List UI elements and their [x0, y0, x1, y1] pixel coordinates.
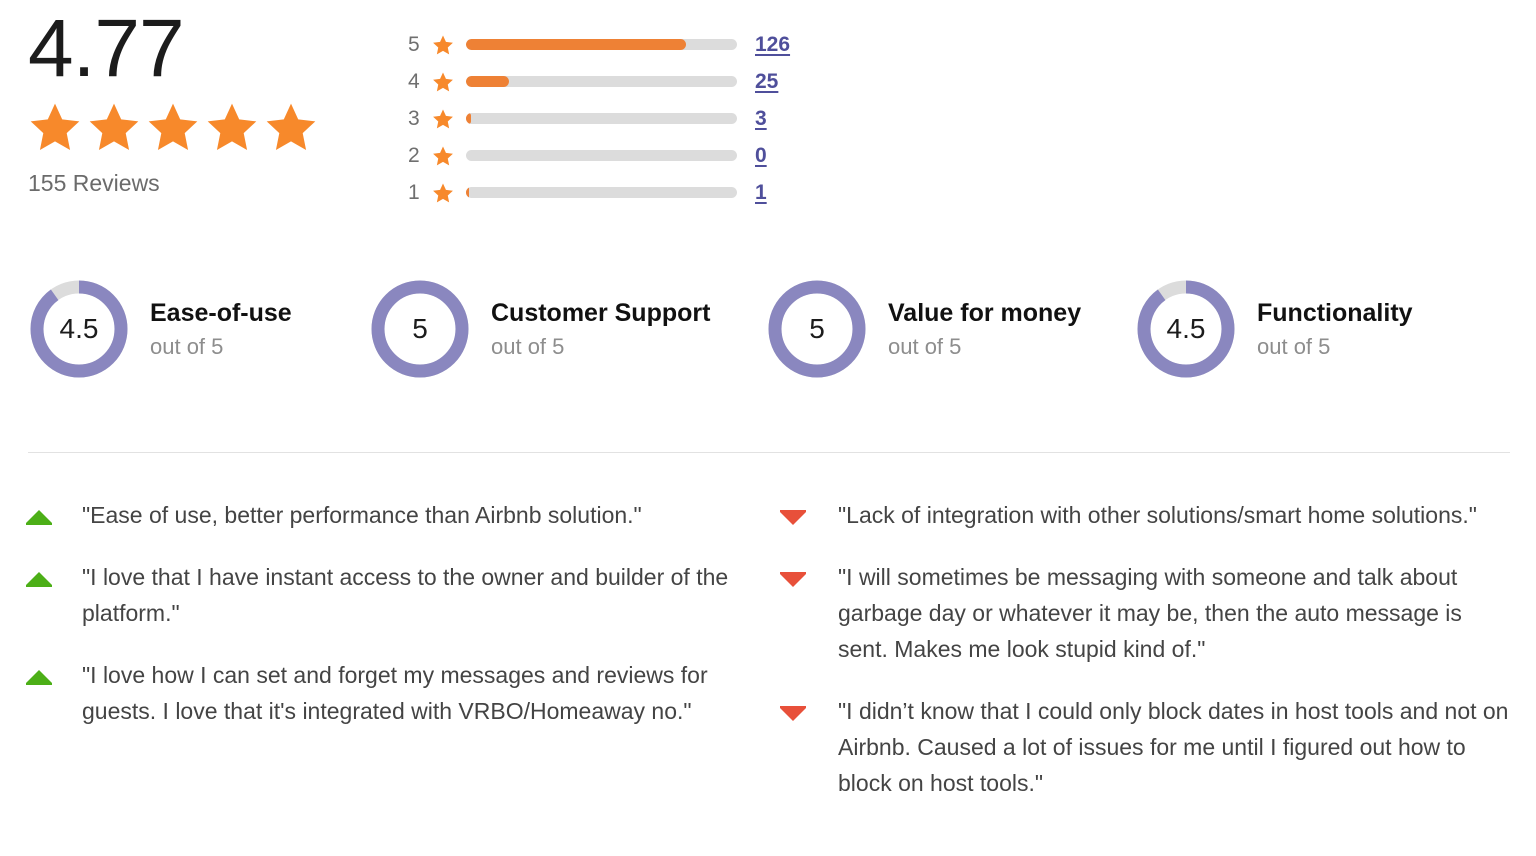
rating-count-link[interactable]: 3 [755, 107, 767, 131]
criterion-value: 5 [412, 313, 428, 344]
rating-count-link[interactable]: 1 [755, 181, 767, 205]
triangle-up-icon [26, 559, 60, 587]
rating-bar-row: 4 25 [408, 63, 808, 100]
rating-bar-row: 33 [408, 100, 808, 137]
criterion-value: 4.5 [59, 313, 99, 344]
criterion-out-of: out of 5 [150, 334, 224, 359]
criterion-donut: 5 [766, 278, 868, 380]
cons-column: "Lack of integration with other solution… [768, 497, 1536, 827]
rating-bar-row: 11 [408, 174, 808, 211]
criterion-name: Ease-of-use [150, 299, 292, 327]
pro-text: "I love that I have instant access to th… [82, 564, 729, 626]
overall-score-block: 4.77 155 Reviews [28, 6, 388, 197]
criterion-donut: 4.5 [1135, 278, 1237, 380]
star-icon [428, 108, 460, 130]
rating-bar-fill [466, 113, 472, 124]
pros-column: "Ease of use, better performance than Ai… [0, 497, 768, 827]
rating-bar-track [466, 187, 737, 198]
criterion-text: Customer Support out of 5 [491, 298, 710, 360]
triangle-down-icon [780, 559, 814, 587]
overall-score-value: 4.77 [28, 3, 185, 94]
rating-bar-track [466, 39, 737, 50]
triangle-down-icon [780, 693, 814, 721]
con-text: "I will sometimes be messaging with some… [838, 564, 1462, 662]
star-icon [264, 103, 323, 158]
criterion-value: 4.5 [1166, 313, 1206, 344]
con-item: "I didn’t know that I could only block d… [780, 693, 1510, 801]
criterion-out-of: out of 5 [491, 334, 565, 359]
rating-bar-track [466, 150, 737, 161]
rating-distribution-chart: 5 126 4 25 3 3 2 0 1 1 [408, 26, 808, 211]
criterion-name: Functionality [1257, 299, 1413, 327]
rating-bar-stars-label: 1 [408, 180, 420, 204]
star-icon [87, 103, 146, 158]
star-icon [428, 182, 460, 204]
criterion-item: 4.5 Ease-of-use out of 5 [0, 278, 369, 380]
rating-bar-fill [466, 39, 686, 50]
pro-item: "Ease of use, better performance than Ai… [26, 497, 738, 533]
pro-item: "I love how I can set and forget my mess… [26, 657, 738, 729]
rating-bar-fill [466, 76, 510, 87]
triangle-up-icon [26, 497, 60, 525]
con-text: "Lack of integration with other solution… [838, 502, 1477, 528]
criterion-item: 5 Value for money out of 5 [738, 278, 1107, 380]
con-item: "Lack of integration with other solution… [780, 497, 1510, 533]
star-icon [28, 103, 87, 158]
triangle-down-icon [780, 497, 814, 525]
triangle-up-icon [26, 657, 60, 685]
rating-bar-track [466, 113, 737, 124]
criterion-out-of: out of 5 [1257, 334, 1331, 359]
review-summary-page: 4.77 155 Reviews 5 126 4 25 3 3 2 0 1 1 4.5 Ease-o… [0, 0, 1536, 856]
section-divider [28, 452, 1510, 453]
criterion-name: Value for money [888, 299, 1082, 327]
overall-star-rating [28, 100, 388, 154]
con-text: "I didn’t know that I could only block d… [838, 698, 1509, 796]
rating-bar-track [466, 76, 737, 87]
star-icon [205, 103, 264, 158]
rating-bar-stars-label: 3 [408, 106, 420, 130]
rating-count-link[interactable]: 126 [755, 33, 790, 57]
criteria-ratings-section: 4.5 Ease-of-use out of 5 5 Customer Support o… [0, 278, 1536, 380]
rating-bar-stars-label: 2 [408, 143, 420, 167]
criterion-donut: 5 [369, 278, 471, 380]
criterion-item: 4.5 Functionality out of 5 [1107, 278, 1476, 380]
criterion-value: 5 [809, 313, 825, 344]
rating-bar-stars-label: 5 [408, 32, 420, 56]
con-item: "I will sometimes be messaging with some… [780, 559, 1510, 667]
star-icon [428, 71, 460, 93]
reviews-count-label: 155 Reviews [28, 170, 160, 196]
pro-item: "I love that I have instant access to th… [26, 559, 738, 631]
criterion-text: Value for money out of 5 [888, 298, 1081, 360]
rating-bar-stars-label: 4 [408, 69, 420, 93]
rating-bar-row: 5 126 [408, 26, 808, 63]
pros-cons-section: "Ease of use, better performance than Ai… [0, 497, 1536, 827]
star-icon [428, 34, 460, 56]
criterion-text: Functionality out of 5 [1257, 298, 1413, 360]
criterion-out-of: out of 5 [888, 334, 962, 359]
star-icon [146, 103, 205, 158]
criterion-text: Ease-of-use out of 5 [150, 298, 292, 360]
criterion-item: 5 Customer Support out of 5 [369, 278, 738, 380]
criterion-donut: 4.5 [28, 278, 130, 380]
pro-text: "I love how I can set and forget my mess… [82, 662, 708, 724]
rating-bar-fill [466, 187, 469, 198]
rating-count-link[interactable]: 0 [755, 144, 767, 168]
rating-bar-row: 20 [408, 137, 808, 174]
star-icon [428, 145, 460, 167]
rating-count-link[interactable]: 25 [755, 70, 778, 94]
criterion-name: Customer Support [491, 299, 711, 327]
pro-text: "Ease of use, better performance than Ai… [82, 502, 642, 528]
rating-summary-section: 4.77 155 Reviews 5 126 4 25 3 3 2 0 1 1 [0, 0, 1536, 250]
